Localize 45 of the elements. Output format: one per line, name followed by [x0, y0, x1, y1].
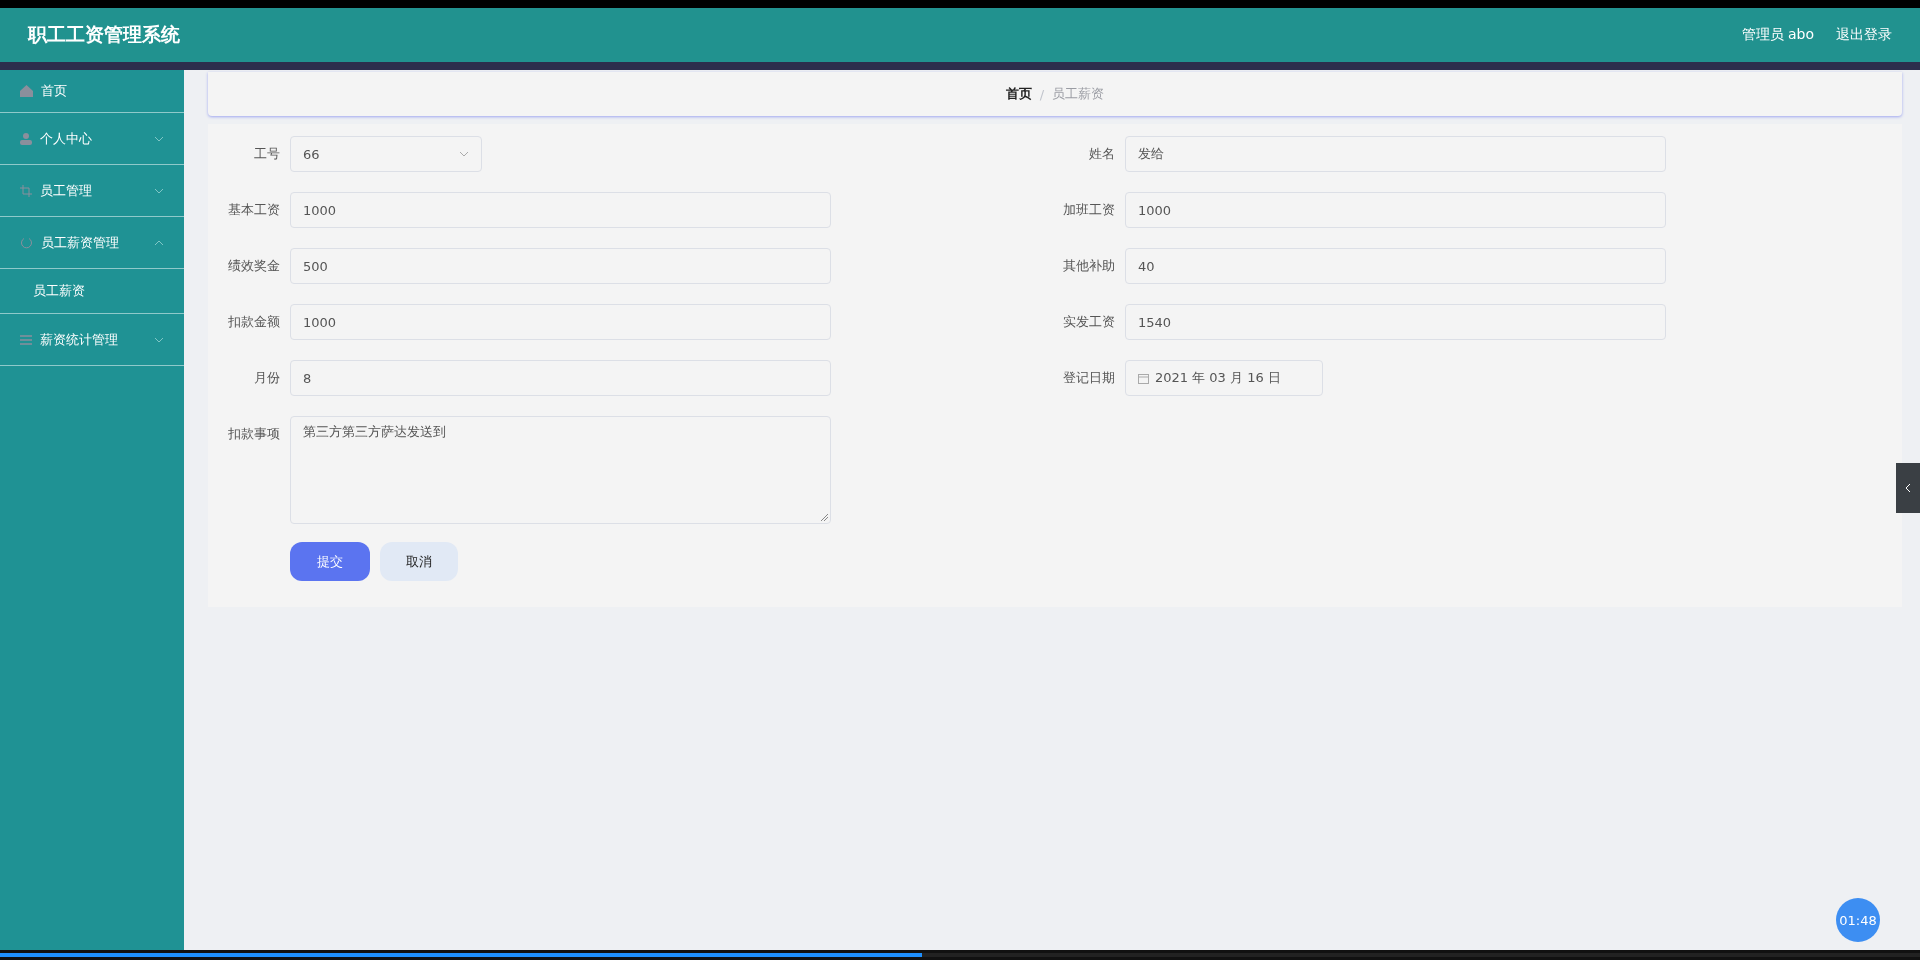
app-title: 职工工资管理系统 [28, 22, 180, 47]
field-label: 姓名 [1088, 145, 1115, 163]
input-field[interactable]: 40 [1125, 248, 1666, 284]
home-icon [20, 85, 33, 97]
field-label: 登记日期 [1062, 369, 1115, 387]
input-field[interactable]: 1000 [1125, 192, 1666, 228]
field-label: 加班工资 [1062, 201, 1115, 219]
timer-badge: 01:48 [1836, 898, 1880, 942]
field-label: 绩效奖金 [227, 257, 280, 275]
resize-handle-icon[interactable] [820, 513, 828, 521]
field-label: 工号 [253, 145, 280, 163]
field-label: 扣款金额 [227, 313, 280, 331]
input-field[interactable]: 500 [290, 248, 831, 284]
user-name: 管理员 abo [1741, 26, 1814, 44]
user-icon [20, 132, 32, 145]
field-label: 月份 [253, 369, 280, 387]
chevron-down-icon [154, 187, 164, 194]
breadcrumb-item[interactable]: 首页 [1005, 85, 1032, 103]
text-area[interactable]: 第三方第三方萨达发送到 [290, 416, 831, 524]
cancel-button[interactable]: 取消 [380, 542, 458, 581]
chevron-up-icon [154, 239, 164, 246]
progress-track[interactable] [0, 953, 1920, 957]
field-label: 实发工资 [1062, 313, 1115, 331]
field-label: 其他补助 [1062, 257, 1115, 275]
input-field[interactable]: 8 [290, 360, 831, 396]
select-field[interactable]: 66 [290, 136, 482, 172]
breadcrumb-separator: / [1039, 86, 1045, 102]
field-label: 基本工资 [227, 201, 280, 219]
panel-toggle[interactable] [1896, 463, 1920, 513]
input-field[interactable]: 1000 [290, 304, 831, 340]
crop-icon [20, 184, 32, 197]
chevron-down-icon [154, 336, 164, 343]
chevron-down-icon [459, 151, 469, 157]
date-field[interactable]: 2021 年 03 月 16 日 [1125, 360, 1323, 396]
list-icon [20, 334, 32, 345]
logout-link[interactable]: 退出登录 [1836, 26, 1892, 44]
chevron-down-icon [154, 135, 164, 142]
power-icon [20, 236, 33, 249]
input-field[interactable]: 1000 [290, 192, 831, 228]
chevron-left-icon [1905, 483, 1911, 493]
input-field[interactable]: 发给 [1125, 136, 1666, 172]
input-field[interactable]: 1540 [1125, 304, 1666, 340]
submit-button[interactable]: 提交 [290, 542, 370, 581]
calendar-icon [1138, 372, 1149, 384]
field-label: 扣款事项 [227, 425, 280, 443]
